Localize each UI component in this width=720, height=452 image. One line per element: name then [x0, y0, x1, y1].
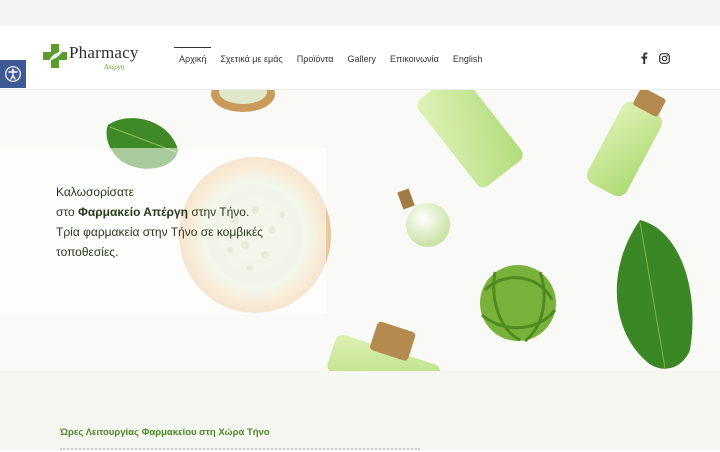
logo-subtitle: Απέργη — [104, 63, 125, 71]
hours-title: Ώρες Λειτουργίας Φαρμακείου στη Χώρα Τήν… — [60, 427, 270, 438]
hero-banner: Καλωσορίσατε στο Φαρμακείο Απέργη στην Τ… — [0, 90, 720, 371]
hero-line-1: Καλωσορίσατε — [56, 185, 134, 199]
accessibility-button[interactable] — [0, 60, 26, 88]
nav-products[interactable]: Προϊόντα — [290, 26, 341, 90]
hero-line-4: τοποθεσίες. — [56, 245, 119, 259]
hero-line-2-pre: στο — [56, 205, 78, 219]
hero-line-3: Τρία φαρμακεία στην Τήνο σε κομβικές — [56, 225, 263, 239]
pharmacy-cross-icon — [43, 44, 67, 68]
site-header: Pharmacy Απέργη Αρχική Σχετικά με εμάς Π… — [0, 26, 720, 90]
main-nav: Αρχική Σχετικά με εμάς Προϊόντα Gallery … — [172, 26, 489, 90]
instagram-icon[interactable] — [659, 52, 670, 64]
logo-text: Pharmacy — [69, 43, 139, 62]
hero-welcome-text: Καλωσορίσατε στο Φαρμακείο Απέργη στην Τ… — [56, 182, 336, 262]
hours-divider — [60, 448, 420, 452]
facebook-icon[interactable] — [639, 52, 649, 64]
logo[interactable]: Pharmacy Απέργη — [42, 43, 152, 75]
hero-line-2: στο Φαρμακείο Απέργη στην Τήνο. — [56, 202, 336, 222]
hero-pharmacy-name: Φαρμακείο Απέργη — [77, 205, 188, 219]
accessibility-icon — [5, 66, 21, 82]
nav-about[interactable]: Σχετικά με εμάς — [213, 26, 289, 90]
nav-english[interactable]: English — [446, 26, 490, 90]
nav-home[interactable]: Αρχική — [172, 26, 213, 90]
hero-line-2-post: στην Τήνο. — [188, 205, 250, 219]
nav-contact[interactable]: Επικοινωνία — [383, 26, 446, 90]
nav-gallery[interactable]: Gallery — [341, 26, 384, 90]
social-links — [639, 52, 670, 64]
top-strip — [0, 0, 720, 26]
hours-section: Ώρες Λειτουργίας Φαρμακείου στη Χώρα Τήν… — [0, 371, 720, 450]
